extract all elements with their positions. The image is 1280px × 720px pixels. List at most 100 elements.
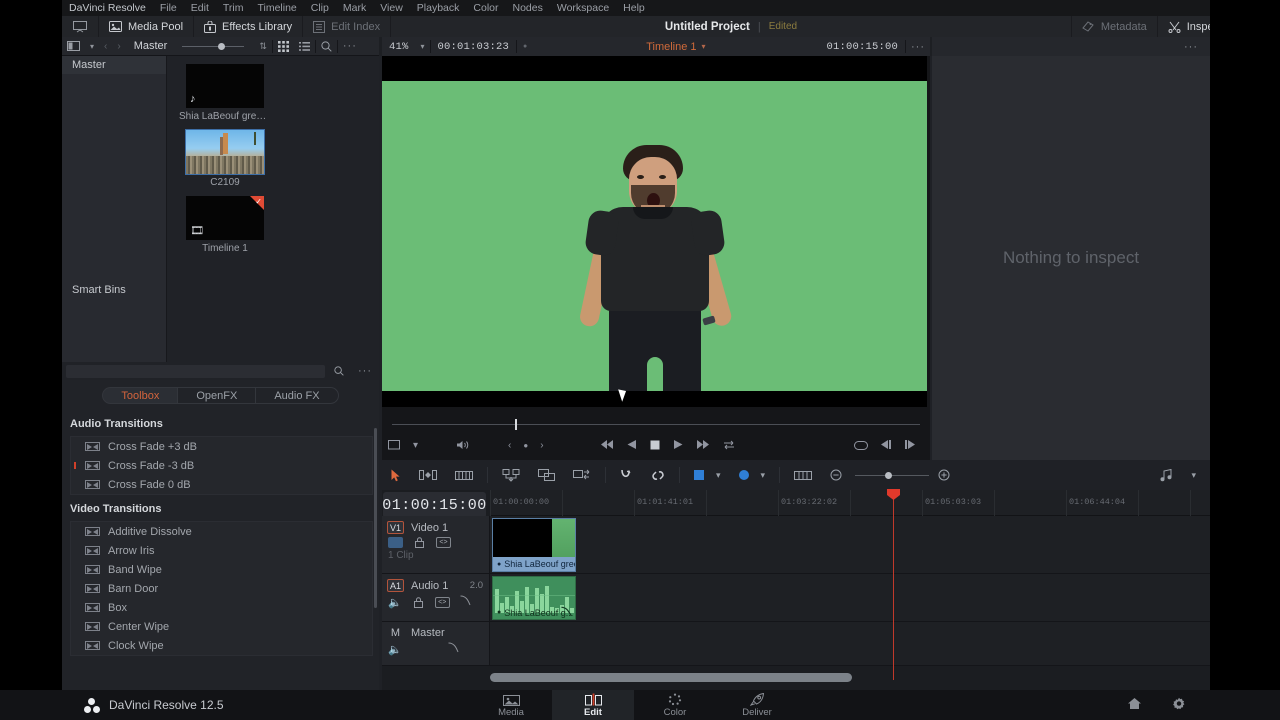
bin-item-smart-bins[interactable]: Smart Bins bbox=[62, 281, 166, 299]
jog-next-button[interactable]: › bbox=[534, 440, 549, 451]
slider-knob[interactable] bbox=[218, 42, 226, 50]
list-view-button[interactable] bbox=[294, 37, 315, 56]
list-item[interactable]: Cross Fade -3 dB bbox=[71, 456, 372, 475]
stop-button[interactable] bbox=[644, 439, 666, 452]
thumbnail-size-slider[interactable] bbox=[172, 37, 254, 56]
bin-view-dropdown-button[interactable]: ▾ bbox=[85, 37, 99, 56]
lock-icon[interactable] bbox=[412, 537, 427, 548]
speaker-icon[interactable]: 🔈 bbox=[388, 596, 402, 609]
interface-toolbar-toggle-button[interactable] bbox=[62, 16, 99, 37]
menu-item-nodes[interactable]: Nodes bbox=[505, 0, 549, 16]
menu-item-workspace[interactable]: Workspace bbox=[550, 0, 616, 16]
clip-thumbnail[interactable]: ✓ 🎞 bbox=[186, 196, 264, 240]
menu-item-trim[interactable]: Trim bbox=[216, 0, 251, 16]
page-button-media[interactable]: Media bbox=[470, 690, 552, 720]
position-lock-button[interactable] bbox=[564, 469, 600, 482]
menu-item-color[interactable]: Color bbox=[466, 0, 505, 16]
lock-icon[interactable] bbox=[411, 596, 426, 608]
zoom-in-button[interactable] bbox=[929, 469, 959, 481]
menu-item-timeline[interactable]: Timeline bbox=[250, 0, 303, 16]
list-item[interactable]: Cross Fade 0 dB bbox=[71, 475, 372, 494]
marker-dropdown-button[interactable]: ▾ bbox=[758, 470, 775, 480]
viewer-scrubber[interactable] bbox=[382, 417, 930, 431]
list-item[interactable]: Cross Fade +3 dB bbox=[71, 437, 372, 456]
timeline-ruler[interactable]: 01:00:00:00 01:01:41:01 01:03:22:02 01:0… bbox=[490, 490, 1210, 516]
retime-curve-button[interactable] bbox=[611, 469, 642, 482]
viewer-zoom-level[interactable]: 41% bbox=[382, 37, 416, 56]
timeline-playhead[interactable] bbox=[887, 489, 900, 680]
audio-clip[interactable]: ● Shia LaBeouf g... bbox=[492, 576, 576, 620]
zoom-out-button[interactable] bbox=[821, 469, 851, 481]
bin-forward-button[interactable]: › bbox=[112, 37, 125, 56]
track-header-master[interactable]: M Master 🔈 bbox=[382, 622, 490, 666]
media-pool-item-timeline-1[interactable]: ✓ 🎞 Timeline 1 bbox=[179, 196, 271, 254]
timeline-horizontal-scroll-track[interactable] bbox=[490, 673, 1210, 682]
menu-item-playback[interactable]: Playback bbox=[410, 0, 467, 16]
audio-meters-dropdown-button[interactable]: ▾ bbox=[1182, 470, 1210, 480]
menu-item-davinci-resolve[interactable]: DaVinci Resolve bbox=[62, 0, 153, 16]
timeline-horizontal-scrollbar[interactable] bbox=[490, 673, 852, 682]
play-button[interactable] bbox=[666, 439, 689, 452]
speaker-icon[interactable]: 🔈 bbox=[388, 643, 402, 656]
grid-view-button[interactable] bbox=[273, 37, 294, 56]
track-header-v1[interactable]: V1 Video 1 <> 1 Clip bbox=[382, 516, 490, 574]
media-pool-item-c2109[interactable]: C2109 bbox=[179, 129, 271, 188]
flag-dropdown-button[interactable]: ▾ bbox=[713, 470, 730, 480]
menu-item-file[interactable]: File bbox=[153, 0, 184, 16]
menu-item-clip[interactable]: Clip bbox=[304, 0, 336, 16]
list-item[interactable]: Center Wipe bbox=[71, 617, 372, 636]
bin-sidebar-toggle-button[interactable] bbox=[62, 37, 85, 56]
auto-select-icon[interactable]: <> bbox=[434, 596, 450, 608]
list-item[interactable]: Box bbox=[71, 598, 372, 617]
volume-button[interactable] bbox=[424, 439, 476, 453]
menu-item-edit[interactable]: Edit bbox=[184, 0, 216, 16]
media-pool-search-button[interactable] bbox=[316, 37, 337, 56]
jog-prev-button[interactable]: ‹ bbox=[476, 440, 517, 451]
snapshot-button[interactable] bbox=[848, 439, 874, 453]
menu-item-view[interactable]: View bbox=[373, 0, 410, 16]
link-clips-button[interactable] bbox=[642, 469, 674, 482]
dynamic-trim-button[interactable] bbox=[446, 470, 482, 481]
viewer-zoom-dropdown-button[interactable]: ▾ bbox=[416, 37, 430, 56]
track-header-a1[interactable]: A1 Audio 1 2.0 🔈 <> bbox=[382, 574, 490, 622]
media-pool-item-audio[interactable]: ♪ Shia LaBeouf green s... bbox=[179, 64, 271, 122]
bin-back-button[interactable]: ‹ bbox=[99, 37, 112, 56]
trim-mode-button[interactable] bbox=[410, 469, 446, 481]
search-options-button[interactable]: ··· bbox=[351, 362, 379, 381]
mark-in-button[interactable] bbox=[898, 439, 930, 452]
list-item[interactable]: Clock Wipe bbox=[71, 636, 372, 655]
viewer-timeline-dropdown-icon[interactable]: ▾ bbox=[702, 42, 706, 51]
track-body-v1[interactable]: ● Shia LaBeouf gree... bbox=[490, 516, 1210, 574]
video-preview[interactable] bbox=[382, 81, 927, 391]
inspector-options-button[interactable]: ··· bbox=[1179, 37, 1210, 56]
edit-index-button[interactable]: Edit Index bbox=[303, 16, 392, 37]
effects-library-button[interactable]: Effects Library bbox=[194, 16, 304, 37]
sort-order-button[interactable]: ⇅ bbox=[254, 37, 272, 56]
settings-button[interactable] bbox=[1172, 697, 1186, 714]
list-item[interactable]: Band Wipe bbox=[71, 560, 372, 579]
track-badge[interactable]: A1 bbox=[387, 579, 404, 592]
tab-openfx[interactable]: OpenFX bbox=[177, 386, 256, 404]
search-input[interactable] bbox=[66, 364, 325, 378]
marker-color-button[interactable] bbox=[730, 470, 758, 480]
audio-fade-curve-icon[interactable] bbox=[459, 595, 473, 609]
loop-button[interactable] bbox=[716, 439, 742, 452]
flag-clips-button[interactable] bbox=[529, 469, 564, 481]
page-button-deliver[interactable]: Deliver bbox=[716, 690, 798, 720]
timeline-zoom-slider[interactable] bbox=[855, 471, 930, 479]
jog-wheel[interactable]: ● bbox=[517, 441, 534, 450]
play-reverse-button[interactable] bbox=[621, 439, 644, 452]
go-to-start-button[interactable] bbox=[594, 439, 621, 452]
track-body-a1[interactable]: ● Shia LaBeouf g... bbox=[490, 574, 1210, 622]
clip-thumbnail[interactable] bbox=[185, 129, 265, 175]
snapping-button[interactable] bbox=[493, 468, 529, 482]
bin-item-master[interactable]: Master bbox=[62, 56, 166, 74]
scrubber-playhead[interactable] bbox=[515, 419, 517, 430]
effects-scrollbar[interactable] bbox=[374, 428, 377, 608]
master-fade-curve-icon[interactable] bbox=[447, 642, 461, 656]
viewer-timeline-name[interactable]: Timeline 1 bbox=[646, 41, 696, 53]
tab-audio-fx[interactable]: Audio FX bbox=[255, 386, 339, 404]
flag-color-button[interactable] bbox=[685, 470, 713, 480]
tab-toolbox[interactable]: Toolbox bbox=[102, 386, 178, 404]
list-item[interactable]: Additive Dissolve bbox=[71, 522, 372, 541]
